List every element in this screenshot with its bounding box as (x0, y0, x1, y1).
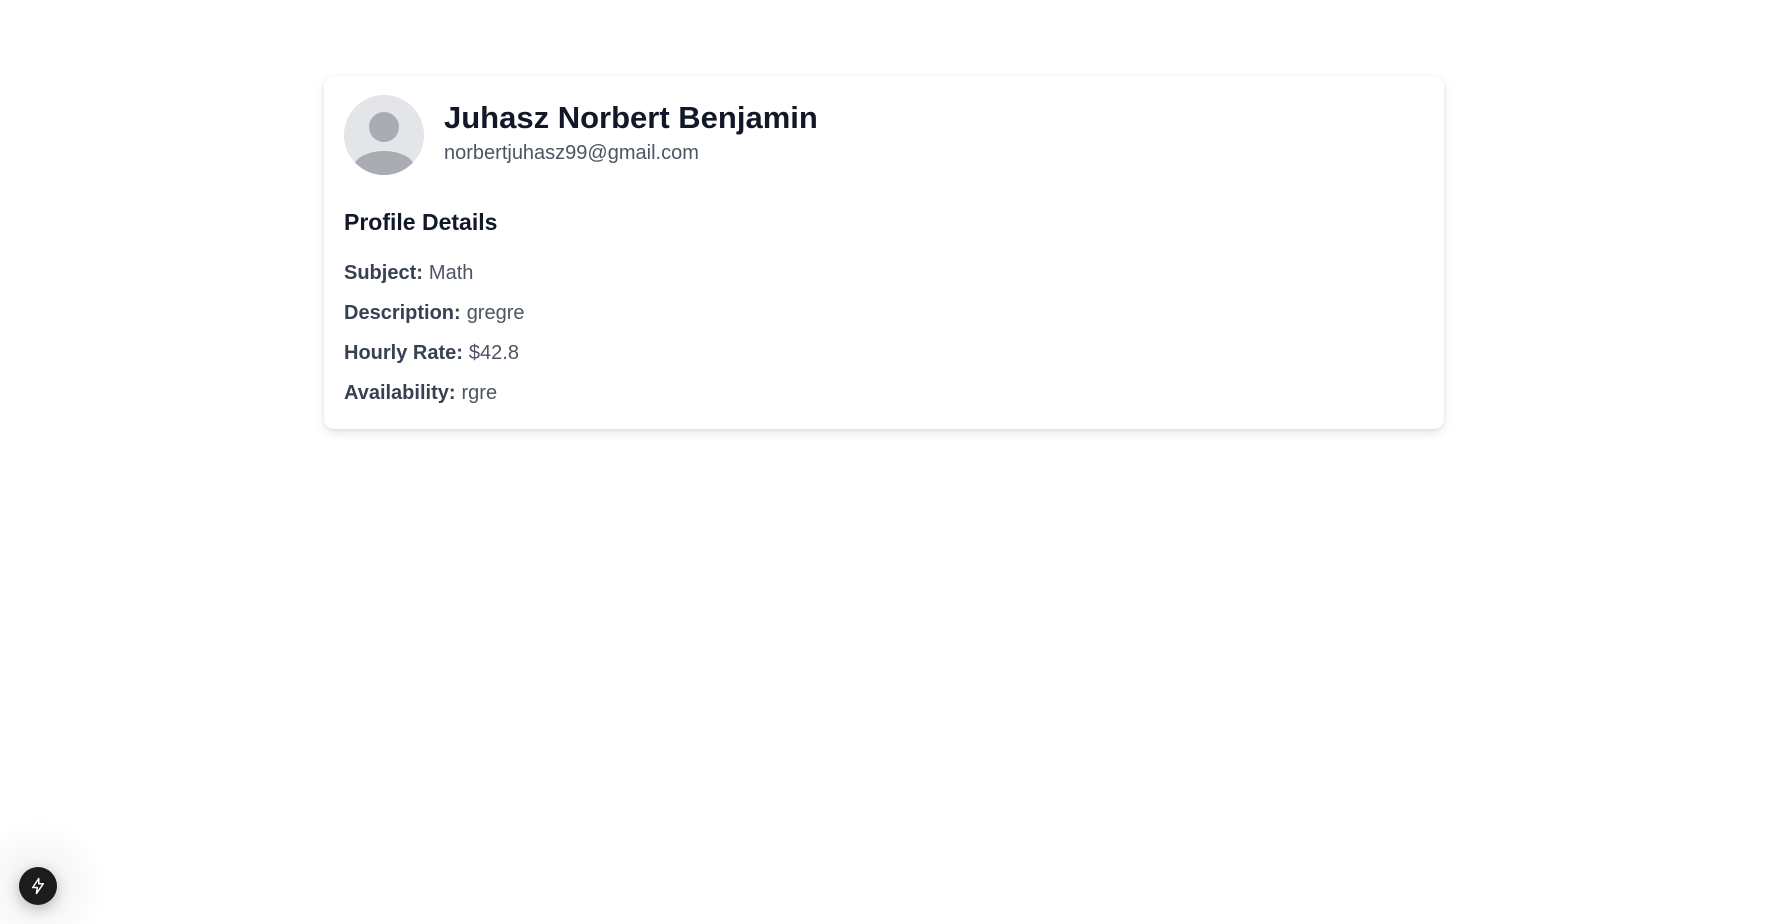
profile-card: Juhasz Norbert Benjamin norbertjuhasz99@… (324, 76, 1444, 429)
detail-value: Math (428, 262, 474, 284)
user-avatar-placeholder-icon (344, 95, 424, 175)
detail-row-subject: Subject: Math (344, 261, 525, 285)
detail-value: gregre (466, 302, 525, 324)
detail-label: Subject: (344, 262, 423, 284)
detail-row-description: Description: gregre (344, 301, 525, 325)
detail-label: Hourly Rate: (344, 342, 463, 364)
profile-header: Juhasz Norbert Benjamin norbertjuhasz99@… (344, 95, 818, 175)
lightning-bolt-icon (32, 877, 44, 895)
detail-value: rgre (461, 382, 498, 404)
profile-identity: Juhasz Norbert Benjamin norbertjuhasz99@… (444, 100, 818, 165)
avatar (344, 95, 424, 175)
profile-details-list: Subject: Math Description: gregre Hourly R… (344, 261, 525, 421)
detail-row-availability: Availability: rgre (344, 381, 525, 405)
profile-details-title: Profile Details (344, 209, 498, 235)
dev-tools-glow (0, 820, 110, 924)
page: Juhasz Norbert Benjamin norbertjuhasz99@… (0, 0, 1767, 924)
profile-email: norbertjuhasz99@gmail.com (444, 141, 699, 164)
detail-value: $42.8 (468, 342, 519, 364)
profile-name: Juhasz Norbert Benjamin (444, 99, 818, 135)
dev-tools-button[interactable] (19, 867, 57, 905)
detail-label: Availability: (344, 382, 456, 404)
detail-row-hourly-rate: Hourly Rate: $42.8 (344, 341, 525, 365)
detail-label: Description: (344, 302, 461, 324)
